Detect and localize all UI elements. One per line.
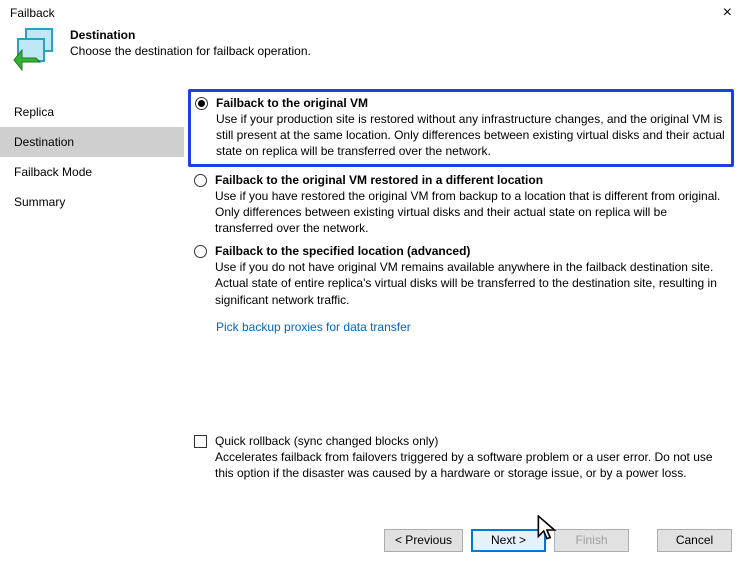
checkbox-label: Quick rollback (sync changed blocks only… [215, 434, 734, 448]
sidebar-item-label: Failback Mode [14, 165, 92, 179]
option-title: Failback to the specified location (adva… [215, 244, 728, 258]
window-title: Failback [10, 6, 55, 20]
sidebar-item-replica[interactable]: Replica [0, 97, 184, 127]
cancel-button[interactable]: Cancel [657, 529, 732, 552]
sidebar-item-destination[interactable]: Destination [0, 127, 184, 157]
footer: < Previous Next > Finish Cancel [0, 518, 746, 562]
option-title: Failback to the original VM [216, 96, 727, 110]
sidebar-item-failback-mode[interactable]: Failback Mode [0, 157, 184, 187]
checkbox-desc: Accelerates failback from failovers trig… [215, 449, 734, 481]
radio-original-vm[interactable] [195, 97, 208, 110]
body: Replica Destination Failback Mode Summar… [0, 82, 746, 508]
finish-button: Finish [554, 529, 629, 552]
next-button[interactable]: Next > [471, 529, 546, 552]
option-desc: Use if your production site is restored … [216, 111, 727, 160]
failback-icon [12, 26, 60, 74]
quick-rollback-checkbox[interactable] [194, 435, 207, 448]
option-title: Failback to the original VM restored in … [215, 173, 728, 187]
option-different-location[interactable]: Failback to the original VM restored in … [188, 167, 734, 239]
sidebar-item-label: Replica [14, 105, 54, 119]
previous-button[interactable]: < Previous [384, 529, 463, 552]
radio-different-location[interactable] [194, 174, 207, 187]
quick-rollback-row: Quick rollback (sync changed blocks only… [188, 434, 734, 481]
option-desc: Use if you do not have original VM remai… [215, 259, 728, 308]
sidebar-item-label: Destination [14, 135, 74, 149]
option-original-vm[interactable]: Failback to the original VM Use if your … [188, 89, 734, 167]
radio-specified-location[interactable] [194, 245, 207, 258]
titlebar: Failback × [0, 0, 746, 24]
sidebar-item-summary[interactable]: Summary [0, 187, 184, 217]
header: Destination Choose the destination for f… [0, 24, 746, 82]
main-panel: Failback to the original VM Use if your … [184, 83, 746, 508]
option-specified-location[interactable]: Failback to the specified location (adva… [188, 238, 734, 310]
sidebar: Replica Destination Failback Mode Summar… [0, 83, 184, 508]
page-subtitle: Choose the destination for failback oper… [70, 44, 311, 58]
close-icon[interactable]: × [719, 6, 736, 20]
sidebar-item-label: Summary [14, 195, 65, 209]
option-desc: Use if you have restored the original VM… [215, 188, 728, 237]
pick-proxies-link[interactable]: Pick backup proxies for data transfer [216, 320, 411, 334]
page-title: Destination [70, 28, 311, 42]
